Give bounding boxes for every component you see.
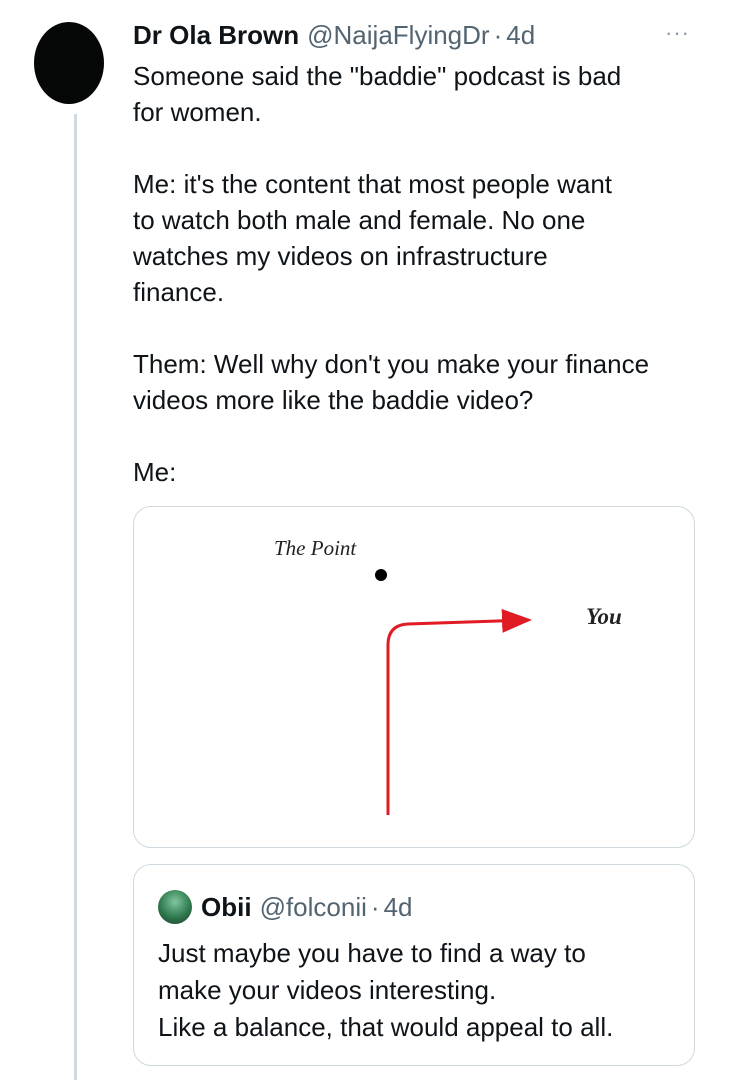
author-avatar[interactable] xyxy=(34,22,104,104)
quoted-tweet-timestamp[interactable]: 4d xyxy=(384,892,413,923)
author-handle[interactable]: @NaijaFlyingDr xyxy=(307,20,489,51)
detour-arrow xyxy=(386,608,532,815)
quoted-header-separator: · xyxy=(370,891,380,922)
tweet-text: Someone said the "baddie" podcast is bad… xyxy=(133,61,650,487)
thread-connector-line xyxy=(74,114,77,1080)
tweet-timestamp[interactable]: 4d xyxy=(506,20,535,51)
quoted-tweet-header: Obii @folconii · 4d xyxy=(158,889,412,925)
quoted-author-handle[interactable]: @folconii xyxy=(260,892,367,923)
header-separator: · xyxy=(493,19,503,50)
tweet-header: Dr Ola Brown @NaijaFlyingDr · 4d ··· xyxy=(133,18,700,52)
the-point-label: The Point xyxy=(274,536,357,560)
quoted-author-avatar[interactable] xyxy=(158,890,192,924)
quoted-author-name[interactable]: Obii xyxy=(201,892,252,923)
you-label: You xyxy=(586,604,622,629)
quoted-tweet-card[interactable]: Obii @folconii · 4d Just maybe you have … xyxy=(133,864,695,1066)
the-point-dot xyxy=(375,569,387,581)
author-name[interactable]: Dr Ola Brown xyxy=(133,20,299,51)
meme-illustration: The Point You xyxy=(274,536,622,815)
quoted-tweet-text: Just maybe you have to find a way to mak… xyxy=(158,938,614,1042)
tweet-media-image[interactable]: The Point You xyxy=(133,506,695,848)
more-options-icon[interactable]: ··· xyxy=(665,20,690,46)
